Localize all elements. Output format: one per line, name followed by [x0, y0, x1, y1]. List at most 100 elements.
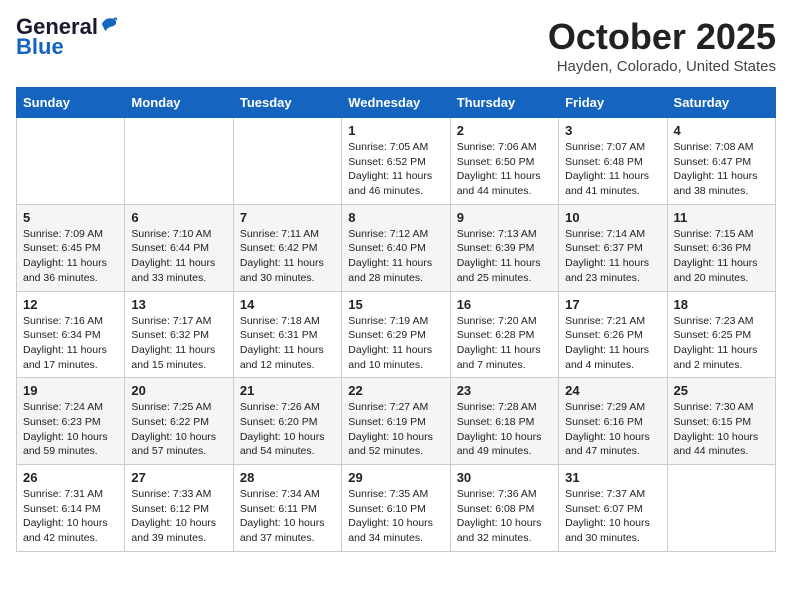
day-number: 21	[240, 383, 335, 398]
day-number: 1	[348, 123, 443, 138]
logo-blue-text: Blue	[16, 34, 64, 60]
calendar-cell: 6 Sunrise: 7:10 AM Sunset: 6:44 PM Daylig…	[125, 204, 233, 291]
day-info: Sunrise: 7:29 AM Sunset: 6:16 PM Dayligh…	[565, 400, 660, 459]
day-number: 15	[348, 297, 443, 312]
day-info: Sunrise: 7:33 AM Sunset: 6:12 PM Dayligh…	[131, 487, 226, 546]
day-info: Sunrise: 7:30 AM Sunset: 6:15 PM Dayligh…	[674, 400, 769, 459]
day-number: 17	[565, 297, 660, 312]
day-number: 16	[457, 297, 552, 312]
calendar-cell	[233, 118, 341, 205]
day-number: 3	[565, 123, 660, 138]
day-number: 5	[23, 210, 118, 225]
calendar-week-row: 19 Sunrise: 7:24 AM Sunset: 6:23 PM Dayli…	[17, 378, 776, 465]
day-info: Sunrise: 7:12 AM Sunset: 6:40 PM Dayligh…	[348, 227, 443, 286]
day-info: Sunrise: 7:08 AM Sunset: 6:47 PM Dayligh…	[674, 140, 769, 199]
calendar-cell: 5 Sunrise: 7:09 AM Sunset: 6:45 PM Daylig…	[17, 204, 125, 291]
calendar-cell: 9 Sunrise: 7:13 AM Sunset: 6:39 PM Daylig…	[450, 204, 558, 291]
day-info: Sunrise: 7:20 AM Sunset: 6:28 PM Dayligh…	[457, 314, 552, 373]
day-number: 31	[565, 470, 660, 485]
calendar-cell: 7 Sunrise: 7:11 AM Sunset: 6:42 PM Daylig…	[233, 204, 341, 291]
weekday-header-wednesday: Wednesday	[342, 88, 450, 118]
weekday-header-sunday: Sunday	[17, 88, 125, 118]
weekday-header-saturday: Saturday	[667, 88, 775, 118]
day-number: 26	[23, 470, 118, 485]
day-info: Sunrise: 7:18 AM Sunset: 6:31 PM Dayligh…	[240, 314, 335, 373]
day-number: 11	[674, 210, 769, 225]
day-info: Sunrise: 7:13 AM Sunset: 6:39 PM Dayligh…	[457, 227, 552, 286]
day-number: 2	[457, 123, 552, 138]
calendar-cell: 27Sunrise: 7:33 AM Sunset: 6:12 PM Dayli…	[125, 465, 233, 552]
day-info: Sunrise: 7:31 AM Sunset: 6:14 PM Dayligh…	[23, 487, 118, 546]
location-text: Hayden, Colorado, United States	[548, 58, 776, 75]
calendar-cell: 10 Sunrise: 7:14 AM Sunset: 6:37 PM Dayli…	[559, 204, 667, 291]
day-info: Sunrise: 7:09 AM Sunset: 6:45 PM Dayligh…	[23, 227, 118, 286]
weekday-header-thursday: Thursday	[450, 88, 558, 118]
day-number: 12	[23, 297, 118, 312]
day-info: Sunrise: 7:17 AM Sunset: 6:32 PM Dayligh…	[131, 314, 226, 373]
calendar-week-row: 1 Sunrise: 7:05 AM Sunset: 6:52 PM Daylig…	[17, 118, 776, 205]
day-info: Sunrise: 7:15 AM Sunset: 6:36 PM Dayligh…	[674, 227, 769, 286]
day-number: 10	[565, 210, 660, 225]
calendar-cell: 14Sunrise: 7:18 AM Sunset: 6:31 PM Dayli…	[233, 291, 341, 378]
calendar-cell	[667, 465, 775, 552]
calendar-cell: 30Sunrise: 7:36 AM Sunset: 6:08 PM Dayli…	[450, 465, 558, 552]
calendar-cell: 28 Sunrise: 7:34 AM Sunset: 6:11 PM Dayli…	[233, 465, 341, 552]
calendar-cell: 2 Sunrise: 7:06 AM Sunset: 6:50 PM Daylig…	[450, 118, 558, 205]
day-number: 7	[240, 210, 335, 225]
calendar-cell: 15 Sunrise: 7:19 AM Sunset: 6:29 PM Dayli…	[342, 291, 450, 378]
day-info: Sunrise: 7:06 AM Sunset: 6:50 PM Dayligh…	[457, 140, 552, 199]
day-info: Sunrise: 7:21 AM Sunset: 6:26 PM Dayligh…	[565, 314, 660, 373]
day-number: 9	[457, 210, 552, 225]
day-number: 20	[131, 383, 226, 398]
day-number: 19	[23, 383, 118, 398]
day-info: Sunrise: 7:11 AM Sunset: 6:42 PM Dayligh…	[240, 227, 335, 286]
calendar-cell: 17 Sunrise: 7:21 AM Sunset: 6:26 PM Dayli…	[559, 291, 667, 378]
day-info: Sunrise: 7:36 AM Sunset: 6:08 PM Dayligh…	[457, 487, 552, 546]
day-info: Sunrise: 7:19 AM Sunset: 6:29 PM Dayligh…	[348, 314, 443, 373]
calendar-cell: 29Sunrise: 7:35 AM Sunset: 6:10 PM Dayli…	[342, 465, 450, 552]
logo: General Blue	[16, 16, 118, 60]
calendar-cell: 19 Sunrise: 7:24 AM Sunset: 6:23 PM Dayli…	[17, 378, 125, 465]
day-info: Sunrise: 7:37 AM Sunset: 6:07 PM Dayligh…	[565, 487, 660, 546]
calendar-cell: 13Sunrise: 7:17 AM Sunset: 6:32 PM Dayli…	[125, 291, 233, 378]
calendar-cell: 8Sunrise: 7:12 AM Sunset: 6:40 PM Daylig…	[342, 204, 450, 291]
calendar-cell: 3 Sunrise: 7:07 AM Sunset: 6:48 PM Daylig…	[559, 118, 667, 205]
weekday-header-friday: Friday	[559, 88, 667, 118]
day-number: 28	[240, 470, 335, 485]
day-info: Sunrise: 7:34 AM Sunset: 6:11 PM Dayligh…	[240, 487, 335, 546]
month-title: October 2025	[548, 16, 776, 58]
day-info: Sunrise: 7:07 AM Sunset: 6:48 PM Dayligh…	[565, 140, 660, 199]
day-info: Sunrise: 7:26 AM Sunset: 6:20 PM Dayligh…	[240, 400, 335, 459]
calendar-cell: 25 Sunrise: 7:30 AM Sunset: 6:15 PM Dayli…	[667, 378, 775, 465]
calendar-cell	[125, 118, 233, 205]
day-number: 24	[565, 383, 660, 398]
calendar-cell: 4 Sunrise: 7:08 AM Sunset: 6:47 PM Daylig…	[667, 118, 775, 205]
day-number: 25	[674, 383, 769, 398]
day-info: Sunrise: 7:25 AM Sunset: 6:22 PM Dayligh…	[131, 400, 226, 459]
day-info: Sunrise: 7:05 AM Sunset: 6:52 PM Dayligh…	[348, 140, 443, 199]
day-number: 6	[131, 210, 226, 225]
calendar-week-row: 12 Sunrise: 7:16 AM Sunset: 6:34 PM Dayli…	[17, 291, 776, 378]
day-info: Sunrise: 7:24 AM Sunset: 6:23 PM Dayligh…	[23, 400, 118, 459]
day-info: Sunrise: 7:28 AM Sunset: 6:18 PM Dayligh…	[457, 400, 552, 459]
day-number: 4	[674, 123, 769, 138]
calendar-cell: 16 Sunrise: 7:20 AM Sunset: 6:28 PM Dayli…	[450, 291, 558, 378]
calendar-cell: 20 Sunrise: 7:25 AM Sunset: 6:22 PM Dayli…	[125, 378, 233, 465]
calendar-cell: 31 Sunrise: 7:37 AM Sunset: 6:07 PM Dayli…	[559, 465, 667, 552]
calendar-cell: 12 Sunrise: 7:16 AM Sunset: 6:34 PM Dayli…	[17, 291, 125, 378]
calendar-week-row: 5 Sunrise: 7:09 AM Sunset: 6:45 PM Daylig…	[17, 204, 776, 291]
calendar-cell: 1 Sunrise: 7:05 AM Sunset: 6:52 PM Daylig…	[342, 118, 450, 205]
title-section: October 2025 Hayden, Colorado, United St…	[548, 16, 776, 75]
weekday-header-tuesday: Tuesday	[233, 88, 341, 118]
calendar-cell: 24 Sunrise: 7:29 AM Sunset: 6:16 PM Dayli…	[559, 378, 667, 465]
calendar-cell: 18Sunrise: 7:23 AM Sunset: 6:25 PM Dayli…	[667, 291, 775, 378]
day-number: 23	[457, 383, 552, 398]
day-info: Sunrise: 7:10 AM Sunset: 6:44 PM Dayligh…	[131, 227, 226, 286]
calendar-cell: 21 Sunrise: 7:26 AM Sunset: 6:20 PM Dayli…	[233, 378, 341, 465]
calendar-cell	[17, 118, 125, 205]
page-header: General Blue October 2025 Hayden, Colora…	[16, 16, 776, 75]
day-info: Sunrise: 7:16 AM Sunset: 6:34 PM Dayligh…	[23, 314, 118, 373]
day-info: Sunrise: 7:14 AM Sunset: 6:37 PM Dayligh…	[565, 227, 660, 286]
calendar-cell: 22Sunrise: 7:27 AM Sunset: 6:19 PM Dayli…	[342, 378, 450, 465]
calendar-cell: 11 Sunrise: 7:15 AM Sunset: 6:36 PM Dayli…	[667, 204, 775, 291]
